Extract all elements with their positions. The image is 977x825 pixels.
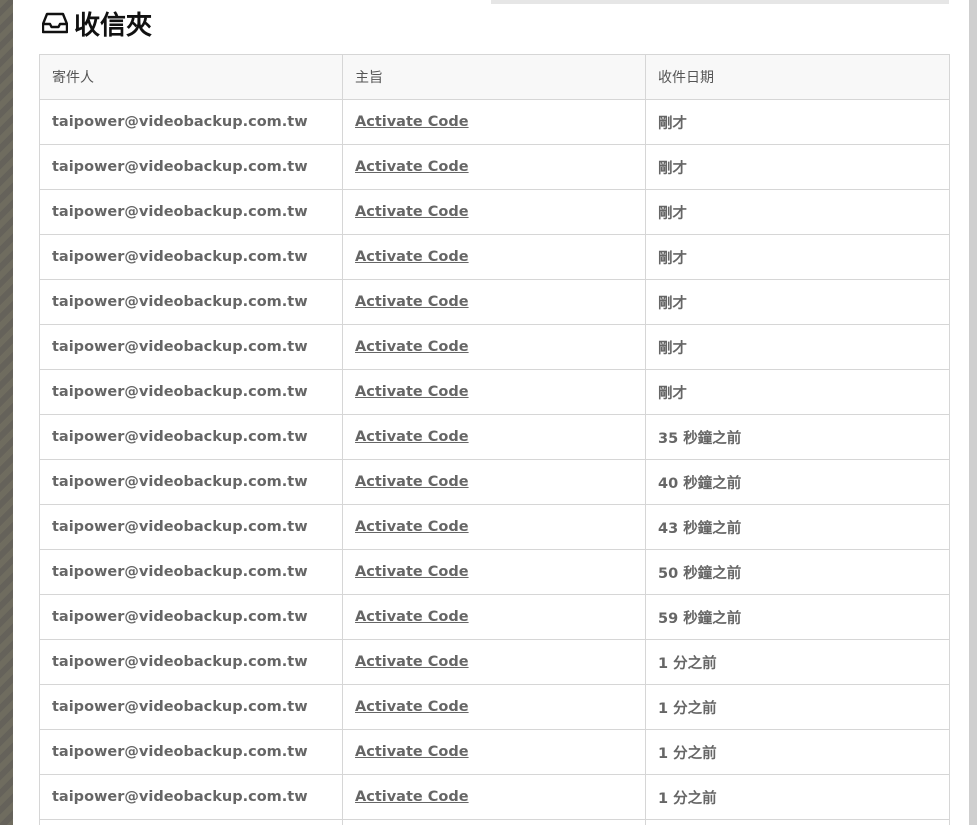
- date-cell: 1 分之前: [645, 729, 950, 775]
- date-cell: 剛才: [645, 99, 950, 145]
- subject-link[interactable]: Activate Code: [355, 699, 469, 715]
- subject-cell: Activate Code: [342, 594, 646, 640]
- sender-cell: taipower@videobackup.com.tw: [39, 99, 343, 145]
- subject-cell: Activate Code: [342, 459, 646, 505]
- table-header-row: 寄件人 主旨 收件日期: [39, 54, 950, 100]
- table-row[interactable]: taipower@videobackup.com.tw Activate Code…: [39, 234, 950, 280]
- subject-cell: Activate Code: [342, 279, 646, 325]
- subject-cell: Activate Code: [342, 234, 646, 280]
- subject-link[interactable]: Activate Code: [355, 159, 469, 175]
- subject-cell: Activate Code: [342, 144, 646, 190]
- date-cell: 59 秒鐘之前: [645, 594, 950, 640]
- subject-cell: Activate Code: [342, 369, 646, 415]
- subject-link[interactable]: Activate Code: [355, 609, 469, 625]
- table-row[interactable]: taipower@videobackup.com.tw Activate Code…: [39, 504, 950, 550]
- page-heading: 收信夾: [41, 6, 153, 41]
- column-header-sender[interactable]: 寄件人: [39, 54, 343, 100]
- table-row[interactable]: taipower@videobackup.com.tw Activate Code…: [39, 459, 950, 505]
- date-cell: 剛才: [645, 324, 950, 370]
- date-cell: 剛才: [645, 144, 950, 190]
- subject-link[interactable]: Activate Code: [355, 744, 469, 760]
- date-cell: 40 秒鐘之前: [645, 459, 950, 505]
- sender-cell: taipower@videobackup.com.tw: [39, 189, 343, 235]
- sender-cell: taipower@videobackup.com.tw: [39, 234, 343, 280]
- table-row[interactable]: taipower@videobackup.com.tw Activate Code…: [39, 99, 950, 145]
- top-divider: [491, 0, 949, 4]
- sender-cell: taipower@videobackup.com.tw: [39, 279, 343, 325]
- date-cell: 1 分之前: [645, 684, 950, 730]
- sender-cell: taipower@videobackup.com.tw: [39, 414, 343, 460]
- sender-cell: taipower@videobackup.com.tw: [39, 504, 343, 550]
- table-row[interactable]: taipower@videobackup.com.tw Activate Code…: [39, 684, 950, 730]
- date-cell: [645, 819, 950, 825]
- page-title: 收信夾: [74, 10, 153, 41]
- subject-cell: Activate Code: [342, 189, 646, 235]
- date-cell: 剛才: [645, 279, 950, 325]
- sender-cell: taipower@videobackup.com.tw: [39, 594, 343, 640]
- sender-cell: taipower@videobackup.com.tw: [39, 684, 343, 730]
- subject-cell: Activate Code: [342, 99, 646, 145]
- subject-link[interactable]: Activate Code: [355, 114, 469, 130]
- subject-link[interactable]: Activate Code: [355, 384, 469, 400]
- sender-cell: taipower@videobackup.com.tw: [39, 639, 343, 685]
- table-row[interactable]: taipower@videobackup.com.tw Activate Code…: [39, 279, 950, 325]
- date-cell: 剛才: [645, 189, 950, 235]
- subject-link[interactable]: Activate Code: [355, 519, 469, 535]
- sender-cell: taipower@videobackup.com.tw: [39, 324, 343, 370]
- subject-cell: Activate Code: [342, 774, 646, 820]
- panel-edge: [969, 0, 977, 825]
- sender-cell: taipower@videobackup.com.tw: [39, 729, 343, 775]
- subject-link[interactable]: Activate Code: [355, 474, 469, 490]
- sender-cell: taipower@videobackup.com.tw: [39, 774, 343, 820]
- table-row[interactable]: taipower@videobackup.com.tw Activate Code…: [39, 729, 950, 775]
- table-row[interactable]: taipower@videobackup.com.tw Activate Code…: [39, 369, 950, 415]
- column-header-date[interactable]: 收件日期: [645, 54, 950, 100]
- subject-cell: Activate Code: [342, 684, 646, 730]
- table-row[interactable]: taipower@videobackup.com.tw Activate Code…: [39, 414, 950, 460]
- table-row[interactable]: [39, 819, 950, 825]
- table-row[interactable]: taipower@videobackup.com.tw Activate Code…: [39, 549, 950, 595]
- sender-cell: [39, 819, 343, 825]
- inbox-rows: taipower@videobackup.com.tw Activate Code…: [39, 99, 950, 825]
- table-row[interactable]: taipower@videobackup.com.tw Activate Code…: [39, 594, 950, 640]
- sender-cell: taipower@videobackup.com.tw: [39, 144, 343, 190]
- subject-link[interactable]: Activate Code: [355, 249, 469, 265]
- inbox-table: 寄件人 主旨 收件日期 taipower@videobackup.com.tw A…: [39, 54, 950, 825]
- table-row[interactable]: taipower@videobackup.com.tw Activate Code…: [39, 774, 950, 820]
- table-row[interactable]: taipower@videobackup.com.tw Activate Code…: [39, 324, 950, 370]
- date-cell: 1 分之前: [645, 639, 950, 685]
- subject-link[interactable]: Activate Code: [355, 654, 469, 670]
- subject-cell: Activate Code: [342, 324, 646, 370]
- table-row[interactable]: taipower@videobackup.com.tw Activate Code…: [39, 144, 950, 190]
- inbox-icon: [41, 12, 69, 34]
- subject-link[interactable]: Activate Code: [355, 204, 469, 220]
- date-cell: 35 秒鐘之前: [645, 414, 950, 460]
- subject-cell: Activate Code: [342, 504, 646, 550]
- table-row[interactable]: taipower@videobackup.com.tw Activate Code…: [39, 189, 950, 235]
- subject-cell: [342, 819, 646, 825]
- subject-cell: Activate Code: [342, 414, 646, 460]
- inbox-panel: 收信夾 寄件人 主旨 收件日期 taipower@videobackup.com…: [13, 0, 969, 825]
- subject-link[interactable]: Activate Code: [355, 294, 469, 310]
- subject-cell: Activate Code: [342, 549, 646, 595]
- date-cell: 剛才: [645, 369, 950, 415]
- subject-link[interactable]: Activate Code: [355, 339, 469, 355]
- sender-cell: taipower@videobackup.com.tw: [39, 369, 343, 415]
- sender-cell: taipower@videobackup.com.tw: [39, 459, 343, 505]
- date-cell: 1 分之前: [645, 774, 950, 820]
- subject-link[interactable]: Activate Code: [355, 789, 469, 805]
- table-row[interactable]: taipower@videobackup.com.tw Activate Code…: [39, 639, 950, 685]
- sender-cell: taipower@videobackup.com.tw: [39, 549, 343, 595]
- subject-cell: Activate Code: [342, 729, 646, 775]
- date-cell: 43 秒鐘之前: [645, 504, 950, 550]
- date-cell: 50 秒鐘之前: [645, 549, 950, 595]
- subject-link[interactable]: Activate Code: [355, 564, 469, 580]
- subject-cell: Activate Code: [342, 639, 646, 685]
- subject-link[interactable]: Activate Code: [355, 429, 469, 445]
- column-header-subject[interactable]: 主旨: [342, 54, 646, 100]
- date-cell: 剛才: [645, 234, 950, 280]
